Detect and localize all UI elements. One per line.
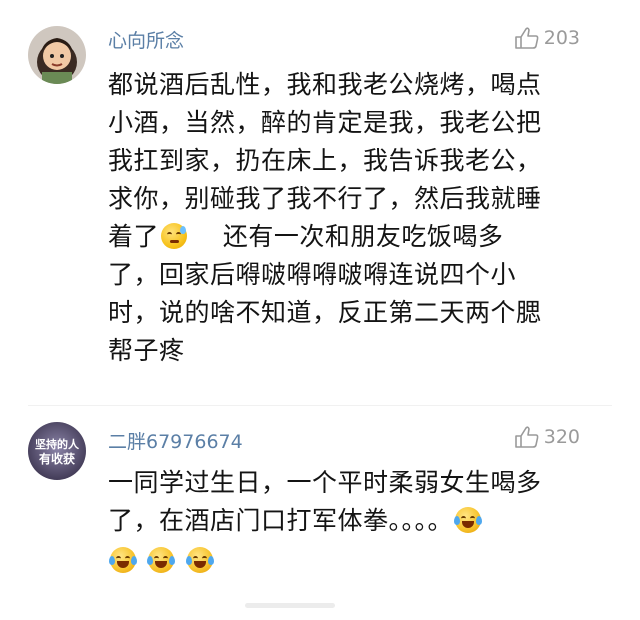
comment-body: 都说酒后乱性，我和我老公烧烤，喝点 小酒，当然，醉的肯定是我，我老公把 我扛到家… (108, 66, 592, 370)
comment-item: 心向所念 203 都说酒后乱性，我和我老公烧烤，喝点 小酒，当然，醉的肯定是我，… (0, 0, 640, 400)
comment-item: 坚持的人 有收获 二胖67976674 320 一同学过生日，一个平时柔弱女生喝… (0, 400, 640, 610)
scroll-indicator (245, 603, 335, 608)
comment-fragment: 了，在酒店门口打军体拳。。。。 (108, 506, 454, 535)
like-button[interactable]: 203 (514, 26, 580, 50)
comment-body: 一同学过生日，一个平时柔弱女生喝多 了，在酒店门口打军体拳。。。。 (108, 464, 592, 580)
avatar-image: 坚持的人 有收获 (28, 422, 86, 480)
sleepy-face-icon (161, 223, 188, 249)
comment-line: 求你，别碰我了我不行了，然后我就睡 (108, 184, 542, 213)
laughing-crying-face-icon (147, 547, 176, 573)
thumbs-up-icon (514, 426, 539, 448)
comment-line: 小酒，当然，醉的肯定是我，我老公把 (108, 108, 542, 137)
like-count: 203 (543, 27, 580, 49)
comment-line: 帮子疼 (108, 336, 185, 365)
username[interactable]: 二胖67976674 (108, 427, 243, 454)
thumbs-up-icon (514, 27, 539, 49)
comment-line: 一同学过生日，一个平时柔弱女生喝多 (108, 468, 542, 497)
comment-fragment: 还有一次和朋友吃饭喝多 (222, 222, 504, 251)
like-count: 320 (543, 426, 580, 448)
avatar-image (28, 26, 86, 84)
comment-line: 了，回家后嘚啵嘚嘚啵嘚连说四个小 (108, 260, 517, 289)
like-button[interactable]: 320 (514, 425, 580, 449)
comment-line: 我扛到家，扔在床上，我告诉我老公， (108, 146, 542, 175)
comment-fragment: 着了 (108, 222, 160, 251)
avatar[interactable]: 坚持的人 有收获 (28, 422, 86, 480)
emoji-row (108, 542, 592, 580)
avatar-text: 有收获 (39, 451, 75, 466)
comment-line: 着了 还有一次和朋友吃饭喝多 (108, 218, 592, 256)
avatar[interactable] (28, 26, 86, 84)
comment-line: 都说酒后乱性，我和我老公烧烤，喝点 (108, 70, 542, 99)
comment-line: 时，说的啥不知道，反正第二天两个腮 (108, 298, 542, 327)
username[interactable]: 心向所念 (108, 26, 184, 53)
comment-line: 了，在酒店门口打军体拳。。。。 (108, 502, 592, 540)
laughing-crying-face-icon (454, 507, 483, 533)
laughing-crying-face-icon (185, 547, 214, 573)
avatar-text: 坚持的人 (35, 437, 80, 451)
laughing-crying-face-icon (109, 547, 137, 573)
